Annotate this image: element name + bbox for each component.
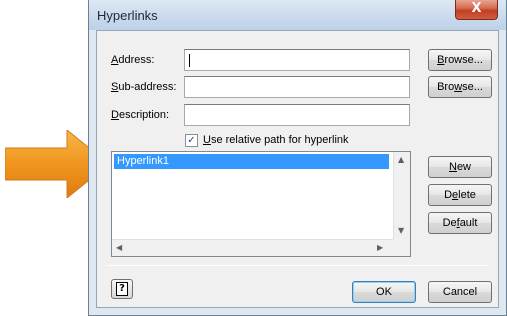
vertical-scrollbar[interactable]: ▲ ▼ — [393, 152, 410, 240]
scroll-right-icon[interactable]: ▶ — [377, 243, 383, 252]
horizontal-scrollbar[interactable]: ◀ ▶ — [112, 239, 394, 256]
new-button[interactable]: New — [428, 156, 492, 178]
scroll-down-icon[interactable]: ▼ — [398, 226, 404, 235]
default-button[interactable]: Default — [428, 212, 492, 234]
address-label-text: ddress: — [118, 54, 155, 66]
ok-button[interactable]: OK — [352, 281, 416, 303]
dialog-title: Hyperlinks — [97, 8, 158, 23]
help-icon: ? — [116, 282, 128, 296]
dialog-body: Address: Browse... Sub-address: Browse..… — [96, 30, 499, 308]
text-caret — [189, 54, 190, 67]
browse-address-button[interactable]: Browse... — [428, 49, 492, 71]
description-label: Description: — [111, 109, 170, 121]
scrollbar-corner — [393, 239, 410, 256]
description-field[interactable] — [184, 104, 410, 126]
list-item[interactable]: Hyperlink1 — [114, 154, 389, 169]
subaddress-field[interactable] — [184, 76, 410, 98]
close-button[interactable]: X — [455, 0, 498, 20]
subaddress-label: Sub-address: — [111, 81, 177, 93]
scroll-left-icon[interactable]: ◀ — [116, 243, 122, 252]
cancel-button[interactable]: Cancel — [428, 281, 492, 303]
address-label: Address: — [111, 54, 155, 66]
address-field[interactable] — [184, 49, 410, 71]
scroll-up-icon[interactable]: ▲ — [398, 155, 404, 164]
delete-button[interactable]: Delete — [428, 184, 492, 206]
help-button[interactable]: ? — [111, 279, 133, 299]
relative-path-checkbox[interactable]: ✓ — [185, 134, 198, 147]
relative-path-label: Use relative path for hyperlink — [203, 134, 349, 146]
title-bar: Hyperlinks X — [89, 0, 506, 30]
browse-subaddress-button[interactable]: Browse... — [428, 76, 492, 98]
footer-divider — [107, 265, 488, 266]
hyperlinks-dialog: Hyperlinks X Address: Browse... Sub-addr… — [88, 0, 507, 316]
hyperlinks-listbox[interactable]: Hyperlink1 ▲ ▼ ◀ ▶ — [111, 151, 411, 257]
